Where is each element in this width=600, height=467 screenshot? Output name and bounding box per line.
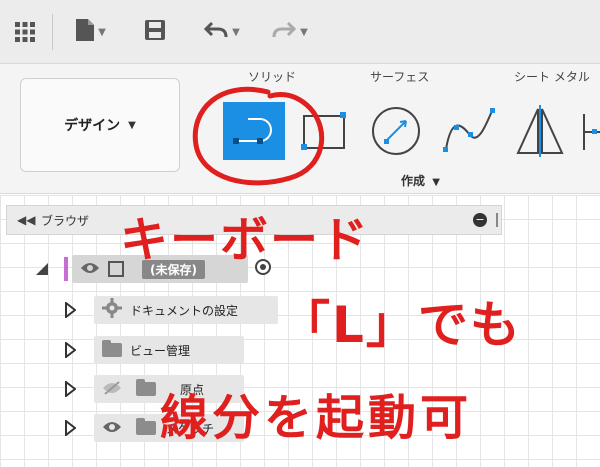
expand-right-icon[interactable] (62, 340, 78, 360)
mirror-tool[interactable] (510, 104, 570, 162)
file-menu-button[interactable]: ▼ (66, 14, 116, 50)
component-indicator (64, 257, 68, 281)
ribbon: ソリッド サーフェス シート メタル デザイン ▼ 作成 ▼ (0, 64, 600, 194)
save-icon (145, 20, 165, 44)
mirror-icon (512, 105, 568, 161)
eye-icon[interactable] (102, 419, 122, 438)
annotation-line-2: 「L」でも (280, 296, 522, 354)
circle-icon (368, 105, 424, 161)
tree-item-document-settings[interactable]: ドキュメントの設定 (62, 296, 278, 324)
rectangle-tool[interactable] (296, 108, 352, 160)
create-label: 作成 (401, 174, 426, 188)
collapse-icon[interactable]: ◀◀ (17, 213, 35, 227)
annotation-line-3: 線分を起動可 (160, 390, 473, 446)
file-icon (76, 19, 95, 45)
chevron-down-icon: ▼ (98, 26, 106, 38)
tree-item-named-views[interactable]: ビュー管理 (62, 336, 244, 364)
workspace-selector[interactable]: デザイン ▼ (20, 78, 180, 172)
browser-title: ブラウザ (41, 213, 90, 228)
workspace-label: デザイン (64, 118, 121, 134)
chevron-down-icon: ▼ (300, 26, 308, 38)
tab-solid[interactable]: ソリッド (248, 68, 296, 85)
tab-sheet-metal[interactable]: シート メタル (514, 68, 590, 85)
rectangle-icon (298, 110, 350, 158)
expand-down-icon[interactable] (34, 259, 50, 279)
list-item[interactable]: ビュー管理 (94, 336, 244, 364)
gear-icon (102, 298, 122, 322)
list-item-label: ビュー管理 (130, 343, 191, 358)
toolbar-separator (52, 14, 53, 50)
create-menu[interactable]: 作成 ▼ (401, 172, 440, 189)
offset-icon (580, 110, 600, 158)
spline-tool[interactable] (440, 104, 500, 162)
chevron-down-icon: ▼ (128, 119, 136, 131)
circle-tool[interactable] (366, 104, 426, 162)
minimize-icon[interactable]: − (473, 213, 487, 227)
eye-icon[interactable] (80, 260, 100, 279)
annotation-line-1: キーボード (120, 212, 371, 268)
save-button[interactable] (140, 14, 170, 50)
chevron-down-icon: ▼ (432, 177, 440, 188)
app-grid-icon[interactable] (10, 14, 40, 50)
list-item-label: ドキュメントの設定 (130, 303, 239, 318)
folder-icon (102, 340, 122, 357)
expand-right-icon[interactable] (62, 418, 78, 438)
line-tool-icon (230, 109, 278, 153)
eye-hidden-icon[interactable] (102, 380, 122, 399)
folder-icon (136, 379, 156, 396)
redo-button[interactable]: ▼ (262, 14, 318, 50)
spline-icon (442, 105, 498, 161)
expand-right-icon[interactable] (62, 300, 78, 320)
expand-right-icon[interactable] (62, 379, 78, 399)
partial-tool[interactable] (580, 108, 600, 160)
undo-icon (204, 21, 228, 43)
line-tool[interactable] (223, 102, 285, 160)
quick-access-toolbar: ▼ ▼ ▼ (0, 0, 600, 64)
resize-handle[interactable] (496, 213, 498, 227)
chevron-down-icon: ▼ (232, 26, 240, 38)
tab-surface[interactable]: サーフェス (370, 68, 429, 85)
redo-icon (272, 21, 297, 43)
folder-icon (136, 418, 156, 435)
undo-button[interactable]: ▼ (194, 14, 250, 50)
list-item[interactable]: ドキュメントの設定 (94, 296, 278, 324)
